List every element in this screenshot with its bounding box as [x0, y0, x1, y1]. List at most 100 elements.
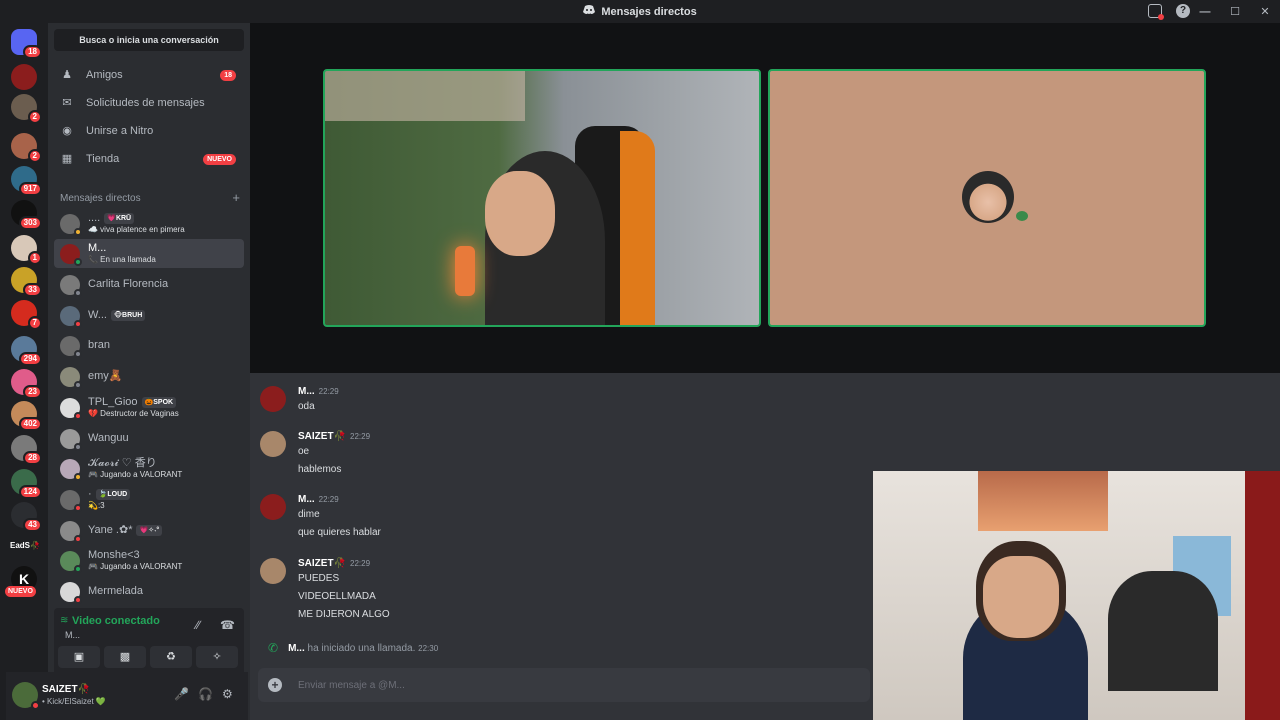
voice-channel[interactable]: M... [65, 630, 80, 640]
noise-suppression-icon[interactable]: ∕∕ [196, 618, 200, 632]
dm-name-row: Yane .✿* 💗✧˖° [88, 524, 163, 536]
server-icon[interactable]: 43 [11, 502, 42, 532]
activity-button[interactable]: ♻ [150, 646, 192, 668]
camera-toggle-button[interactable]: ▣ [58, 646, 100, 668]
dm-name-row: emy🧸 [88, 371, 122, 382]
clan-tag: 💗✧˖° [136, 525, 163, 536]
nav-friends[interactable]: ♟ Amigos 18 [54, 62, 244, 88]
call-author[interactable]: M... [288, 643, 305, 654]
status-indicator [74, 564, 82, 573]
server-icon[interactable]: 124 [11, 469, 42, 499]
avatar[interactable] [260, 494, 286, 520]
message-text: hablemos [298, 464, 342, 475]
dm-name: Wanguu [88, 432, 129, 444]
screen-share-button[interactable]: ▩ [104, 646, 146, 668]
dm-item[interactable]: TPL_Gioo 🎃SPOK 💔 Destructor de Vaginas [54, 393, 244, 422]
server-icon[interactable]: 28 [11, 435, 42, 465]
dm-text: Yane .✿* 💗✧˖° [88, 524, 163, 536]
message-author[interactable]: M... [298, 386, 315, 397]
microphone-icon[interactable]: 🎤 [174, 687, 189, 701]
dm-name: W... [88, 309, 107, 321]
video-tile-remote[interactable] [323, 69, 761, 327]
dm-name-row: bran [88, 340, 110, 351]
attach-plus-icon[interactable]: + [268, 678, 282, 692]
dm-item[interactable]: .... 💗KRŪ ☁️ viva platence en pimera [54, 209, 244, 238]
avatar [60, 397, 82, 420]
dm-header-label: Mensajes directos [60, 193, 141, 204]
dm-item[interactable]: Yane .✿* 💗✧˖° [54, 516, 244, 545]
nav-nitro[interactable]: ◉ Unirse a Nitro [54, 118, 244, 144]
avatar [60, 366, 82, 389]
server-icon[interactable]: 2 [11, 94, 42, 124]
inbox-icon[interactable] [1148, 4, 1164, 20]
soundboard-button[interactable]: ✧ [196, 646, 238, 668]
dm-name-row: Wanguu [88, 433, 129, 444]
user-name[interactable]: SAIZET🥀 [42, 684, 90, 695]
message-composer[interactable]: + Enviar mensaje a @M... [258, 668, 870, 702]
dm-activity: ☁️ viva platence en pimera [88, 224, 185, 234]
avatar[interactable] [260, 558, 286, 584]
server-icon[interactable]: 7 [11, 300, 42, 330]
add-dm-button[interactable]: + [232, 191, 240, 204]
dm-item[interactable]: M... 📞 En una llamada [54, 239, 244, 268]
avatar [60, 213, 82, 236]
avatar [60, 428, 82, 451]
search-input[interactable]: Busca o inicia una conversación [54, 29, 244, 51]
server-rail: 18 2 2 917 303 1 33 7 294 23 402 28 124 43 EadS🥀 K NU… [0, 23, 48, 720]
server-icon[interactable] [11, 64, 37, 90]
clan-tag: 💗KRŪ [104, 212, 135, 224]
settings-gear-icon[interactable]: ⚙ [222, 687, 233, 701]
dm-text: Mermelada [88, 586, 143, 597]
composer-placeholder[interactable]: Enviar mensaje a @M... [298, 680, 405, 691]
call-started-notice: ✆ M... ha iniciado una llamada. 22:30 [268, 641, 438, 655]
discord-logo-icon [583, 5, 596, 18]
message-author[interactable]: M... [298, 494, 315, 505]
avatar[interactable] [260, 386, 286, 412]
maximize-button[interactable]: ☐ [1220, 5, 1250, 18]
nav-shop[interactable]: ▦ Tienda NUEVO [54, 146, 244, 172]
server-folder-label[interactable]: EadS🥀 [10, 541, 40, 550]
status-indicator [74, 534, 82, 543]
message-author[interactable]: SAIZET🥀 [298, 558, 346, 569]
title-bar: Mensajes directos ? — ☐ ✕ [0, 0, 1280, 23]
message-timestamp: 22:29 [350, 559, 371, 568]
dm-item[interactable]: bran [54, 331, 244, 360]
close-button[interactable]: ✕ [1250, 5, 1280, 18]
dm-item[interactable]: Mermelada [54, 577, 244, 606]
server-icon[interactable]: 2 [11, 133, 42, 163]
dm-text: Wanguu [88, 433, 129, 444]
avatar[interactable] [260, 431, 286, 457]
video-tile-self[interactable] [768, 69, 1206, 327]
headset-icon[interactable]: 🎧 [198, 687, 213, 701]
dm-name-row: .... 💗KRŪ [88, 212, 185, 224]
message-author[interactable]: SAIZET🥀 [298, 431, 346, 442]
dm-item[interactable]: Carlita Florencia [54, 270, 244, 299]
server-icon[interactable]: 1 [11, 235, 42, 265]
dm-name: emy🧸 [88, 370, 123, 382]
dm-activity: 💫:3 [88, 500, 105, 510]
call-time: 22:30 [418, 643, 439, 653]
server-unread-badge: 402 [18, 417, 42, 431]
message-header: SAIZET🥀 22:29 [298, 431, 370, 442]
user-avatar[interactable] [12, 682, 40, 710]
nav-friends-label: Amigos [86, 69, 123, 81]
dm-item[interactable]: Monshe<3 🎮 Jugando a VALORANT [54, 546, 244, 575]
nav-message-requests[interactable]: ✉ Solicitudes de mensajes [54, 90, 244, 116]
server-icon[interactable]: 23 [11, 369, 42, 399]
server-icon[interactable]: 18 [11, 29, 42, 59]
server-icon[interactable]: 33 [11, 267, 42, 297]
help-icon[interactable]: ? [1176, 4, 1190, 18]
dm-name: Yane .✿* [88, 524, 133, 536]
server-icon[interactable]: 294 [11, 336, 42, 366]
minimize-button[interactable]: — [1190, 6, 1220, 18]
server-icon[interactable]: 917 [11, 166, 42, 196]
dm-item[interactable]: 𝓚𝓪𝓸𝓻𝓲 ♡ 香り 🎮 Jugando a VALORANT [54, 454, 244, 483]
dm-item[interactable]: W... 🐵BRUH [54, 301, 244, 330]
server-icon[interactable]: 402 [11, 401, 42, 431]
dm-item[interactable]: · 🍃LOUD 💫:3 [54, 485, 244, 514]
dm-item[interactable]: Wanguu [54, 424, 244, 453]
disconnect-icon[interactable]: ☎ [220, 618, 235, 632]
message-text: VIDEOELLMADA [298, 591, 376, 602]
server-icon[interactable]: 303 [11, 200, 42, 230]
dm-item[interactable]: emy🧸 [54, 362, 244, 391]
